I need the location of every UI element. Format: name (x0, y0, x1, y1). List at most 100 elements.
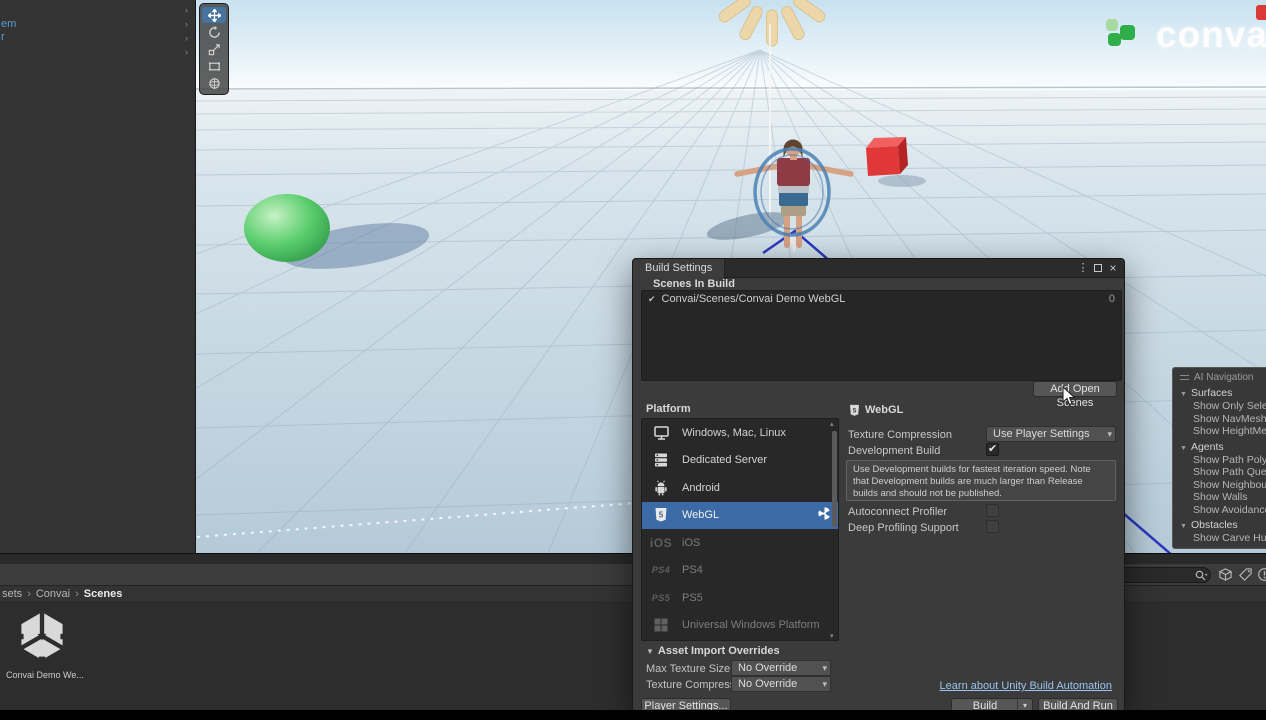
platform-row-ps5[interactable]: PS5 PS5 (642, 584, 838, 612)
breadcrumb-separator-icon: › (27, 588, 31, 600)
collapse-triangle-icon[interactable]: ▼ (1180, 445, 1187, 452)
build-settings-window: Build Settings ⋮ × Scenes In Build ✔ Con… (632, 258, 1125, 712)
ai-nav-section-obstacles[interactable]: ▼Obstacles (1180, 519, 1266, 532)
collapse-triangle-icon[interactable]: ▼ (1180, 391, 1187, 398)
green-sphere (244, 194, 330, 262)
hierarchy-expand-chevron[interactable]: › (185, 33, 188, 43)
ps5-logo-icon: PS5 (652, 593, 671, 603)
ai-nav-toggle[interactable]: Show Walls (1180, 491, 1266, 504)
breadcrumb-convai[interactable]: Convai (36, 588, 70, 600)
asset-import-overrides-header[interactable]: ▼Asset Import Overrides (646, 645, 780, 657)
sun-gizmo (708, 0, 836, 46)
collapse-triangle-icon[interactable]: ▼ (1180, 523, 1187, 530)
unity-editor: convai em r › › › › AI Navigation (0, 0, 1266, 720)
hierarchy-item-fragment[interactable]: em (1, 18, 16, 30)
move-tool-button[interactable] (202, 7, 226, 23)
ai-nav-toggle[interactable]: Show Only Selected (1180, 400, 1266, 413)
window-menu-icon[interactable]: ⋮ (1076, 261, 1090, 275)
platform-list: Windows, Mac, Linux Dedicated Server And… (641, 418, 839, 641)
scene-build-index: 0 (1109, 293, 1115, 305)
breadcrumb-assets[interactable]: sets (2, 588, 22, 600)
drag-handle-icon[interactable] (1180, 375, 1189, 380)
dropdown-caret-icon: ▾ (822, 661, 827, 675)
ai-navigation-header[interactable]: AI Navigation (1180, 371, 1266, 384)
platform-row-webgl[interactable]: 5 WebGL (642, 502, 838, 530)
breadcrumb-scenes[interactable]: Scenes (84, 588, 123, 600)
platform-row-windows-mac-linux[interactable]: Windows, Mac, Linux (642, 419, 838, 447)
rect-tool-button[interactable] (202, 58, 226, 74)
scene-enabled-check-icon[interactable]: ✔ (648, 294, 656, 305)
ai-nav-toggle[interactable]: Show Avoidance (1180, 504, 1266, 517)
search-by-label-icon[interactable] (1238, 567, 1254, 583)
window-title[interactable]: Build Settings (633, 259, 725, 278)
convai-logo: convai (1104, 14, 1266, 56)
navmesh-dotted-edge (197, 498, 700, 537)
scale-tool-button[interactable] (202, 41, 226, 57)
hierarchy-expand-chevron[interactable]: › (185, 19, 188, 29)
platform-row-dedicated-server[interactable]: Dedicated Server (642, 447, 838, 475)
deep-profiling-label: Deep Profiling Support (848, 522, 959, 534)
maximize-icon[interactable] (1091, 261, 1105, 275)
selected-platform-title: WebGL (865, 404, 903, 416)
package-visibility-icon[interactable] (1218, 567, 1234, 583)
development-build-checkbox[interactable] (986, 443, 999, 456)
deep-profiling-checkbox[interactable] (986, 520, 999, 533)
ai-nav-toggle[interactable]: Show Path Query Nodes (1180, 466, 1266, 479)
ai-nav-toggle[interactable]: Show NavMesh (1180, 413, 1266, 426)
transform-tool-button[interactable] (202, 75, 226, 91)
ai-nav-toggle[interactable]: Show HeightMesh (1180, 425, 1266, 438)
html5-icon: 5 (648, 507, 674, 523)
scene-asset-item[interactable]: Convai Demo We... (6, 610, 78, 680)
corner-red-badge (1256, 5, 1266, 20)
texture-compression-label: Texture Compression (848, 429, 952, 441)
svg-text:5: 5 (853, 408, 857, 415)
aio-texture-compression-dropdown[interactable]: No Override ▾ (731, 676, 831, 692)
platform-row-android[interactable]: Android (642, 474, 838, 502)
hierarchy-expand-chevron[interactable]: › (185, 47, 188, 57)
max-texture-size-dropdown[interactable]: No Override ▾ (731, 660, 831, 676)
platform-row-ios[interactable]: iOS iOS (642, 529, 838, 557)
server-icon (648, 452, 674, 468)
platform-row-ps4[interactable]: PS4 PS4 (642, 557, 838, 585)
rotate-tool-button[interactable] (202, 24, 226, 40)
convai-logo-text: convai (1156, 14, 1266, 56)
ps4-logo-icon: PS4 (652, 565, 671, 575)
horizon-line (196, 87, 1266, 89)
scenes-in-build-list[interactable]: ✔ Convai/Scenes/Convai Demo WebGL 0 (641, 290, 1122, 381)
learn-build-automation-link[interactable]: Learn about Unity Build Automation (940, 680, 1112, 692)
close-icon[interactable]: × (1106, 261, 1120, 275)
scene-tool-palette (199, 3, 229, 95)
ai-nav-section-surfaces[interactable]: ▼Surfaces (1180, 387, 1266, 400)
ai-nav-toggle[interactable]: Show Carve Hull (1180, 532, 1266, 545)
ai-navigation-panel[interactable]: AI Navigation ▼Surfaces Show Only Select… (1172, 367, 1266, 549)
scroll-down-icon[interactable]: ▾ (830, 632, 834, 640)
scene-row[interactable]: ✔ Convai/Scenes/Convai Demo WebGL 0 (642, 291, 1121, 307)
alert-icon[interactable] (1257, 567, 1266, 583)
scene-path: Convai/Scenes/Convai Demo WebGL (662, 293, 846, 305)
android-icon (648, 480, 674, 496)
scroll-up-icon[interactable]: ▴ (830, 420, 834, 428)
platform-row-uwp[interactable]: Universal Windows Platform (642, 612, 838, 640)
ai-nav-section-agents[interactable]: ▼Agents (1180, 441, 1266, 454)
autoconnect-profiler-label: Autoconnect Profiler (848, 506, 947, 518)
hierarchy-expand-chevron[interactable]: › (185, 5, 188, 15)
autoconnect-profiler-checkbox[interactable] (986, 504, 999, 517)
windows-icon (648, 618, 674, 632)
hierarchy-item-fragment[interactable]: r (1, 31, 5, 43)
texture-compression-dropdown[interactable]: Use Player Settings ▾ (986, 426, 1116, 442)
monitor-icon (648, 425, 674, 441)
scrollbar-thumb[interactable] (832, 431, 837, 527)
dropdown-caret-icon: ▾ (1107, 427, 1112, 441)
hierarchy-panel[interactable]: em r › › › › (0, 0, 196, 553)
window-titlebar[interactable]: Build Settings ⋮ × (633, 259, 1124, 278)
svg-text:5: 5 (659, 511, 664, 520)
platform-scrollbar[interactable]: ▴ ▾ (832, 421, 837, 639)
unity-scene-file-icon (16, 610, 68, 662)
bottom-black-bar (0, 710, 1266, 720)
ai-nav-toggle[interactable]: Show Path Polygons (1180, 454, 1266, 467)
webgl-panel-icon: 5 (848, 404, 861, 420)
development-build-label: Development Build (848, 445, 940, 457)
scenes-in-build-header: Scenes In Build (653, 278, 735, 290)
foldout-triangle-icon[interactable]: ▼ (646, 647, 654, 656)
ai-nav-toggle[interactable]: Show Neighbours (1180, 479, 1266, 492)
